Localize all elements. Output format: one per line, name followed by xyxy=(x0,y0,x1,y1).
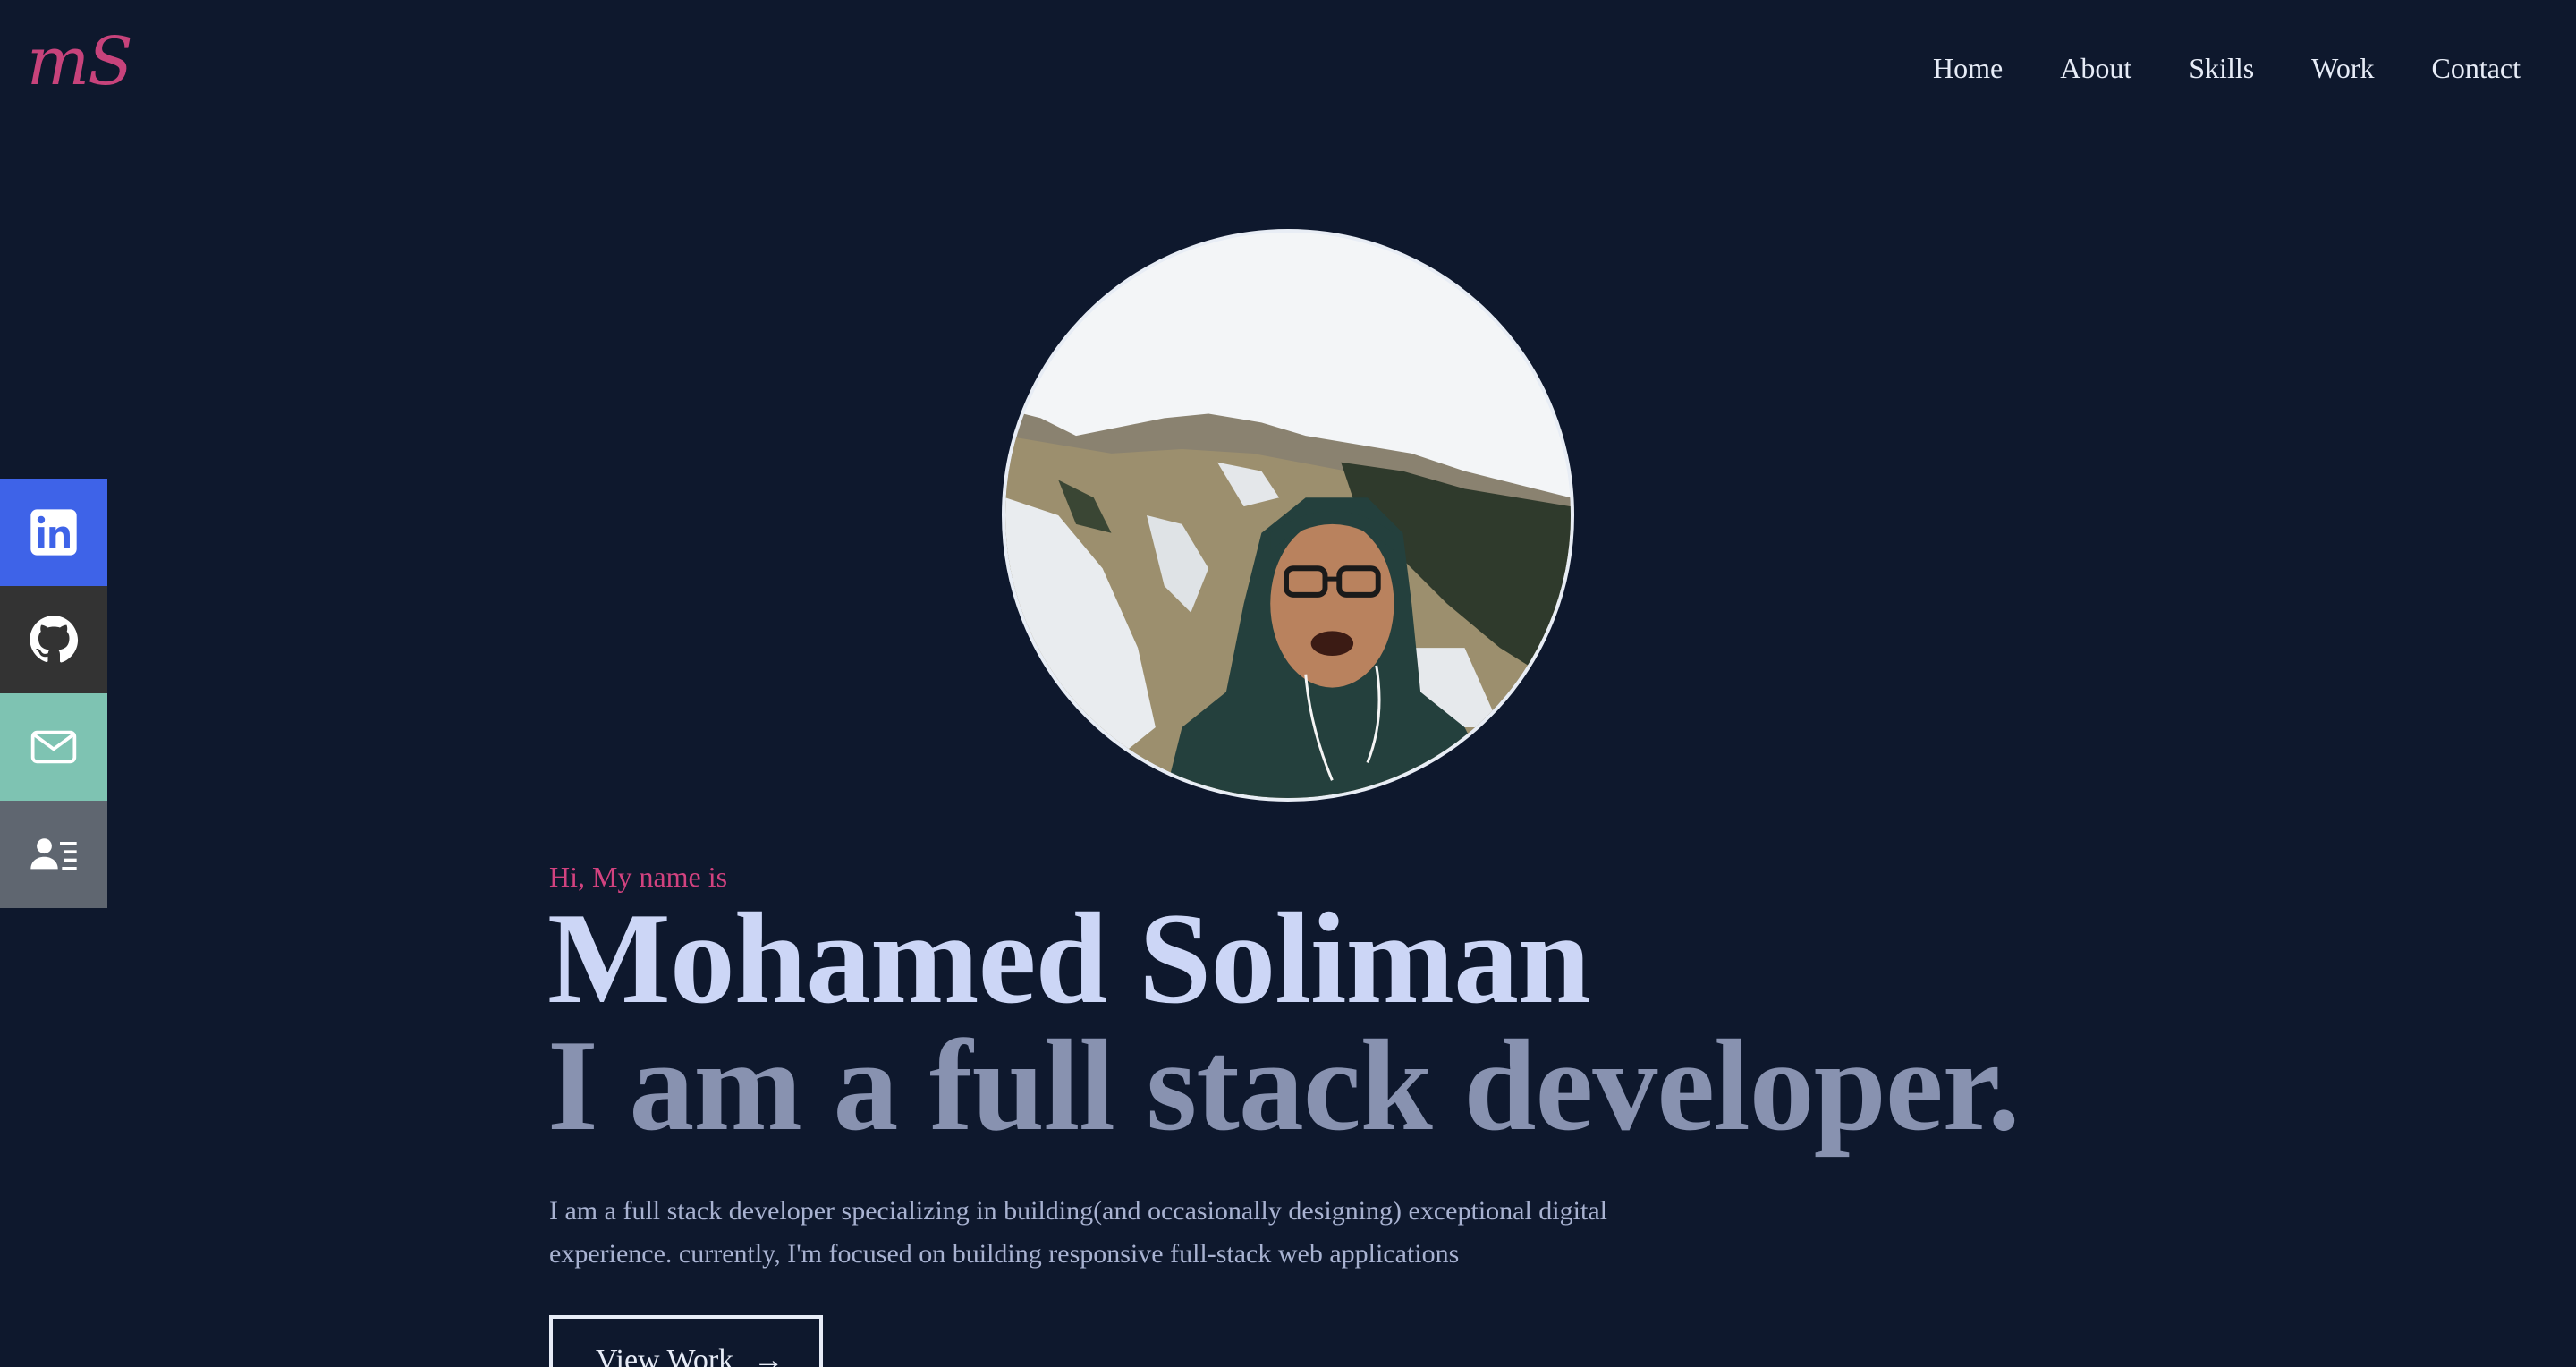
nav-skills[interactable]: Skills xyxy=(2189,52,2254,85)
github-link[interactable] xyxy=(0,586,107,693)
nav-about[interactable]: About xyxy=(2060,52,2131,85)
linkedin-link[interactable] xyxy=(0,479,107,586)
main-nav: Home About Skills Work Contact xyxy=(1933,52,2521,85)
hero-description: I am a full stack developer specializing… xyxy=(549,1196,1607,1269)
page: mS Home About Skills Work Contact Hi, My… xyxy=(0,0,2576,1367)
logo[interactable]: mS xyxy=(27,23,133,100)
resume-icon xyxy=(30,838,77,870)
nav-work[interactable]: Work xyxy=(2311,52,2374,85)
view-work-label: View Work xyxy=(596,1344,734,1367)
arrow-right-icon: → xyxy=(753,1344,784,1367)
profile-photo xyxy=(1002,229,1574,802)
hero-name: Mohamed Soliman xyxy=(547,886,1590,1031)
social-sidebar xyxy=(0,479,107,908)
nav-home[interactable]: Home xyxy=(1933,52,2003,85)
linkedin-icon xyxy=(30,509,77,556)
resume-link[interactable] xyxy=(0,801,107,908)
nav-contact[interactable]: Contact xyxy=(2431,52,2521,85)
view-work-button[interactable]: View Work → xyxy=(549,1315,823,1367)
github-icon xyxy=(30,616,79,663)
email-link[interactable] xyxy=(0,693,107,801)
mail-icon xyxy=(30,730,77,764)
hero-tagline: I am a full stack developer. xyxy=(547,1013,2021,1158)
profile-photo-illustration xyxy=(1005,233,1571,798)
